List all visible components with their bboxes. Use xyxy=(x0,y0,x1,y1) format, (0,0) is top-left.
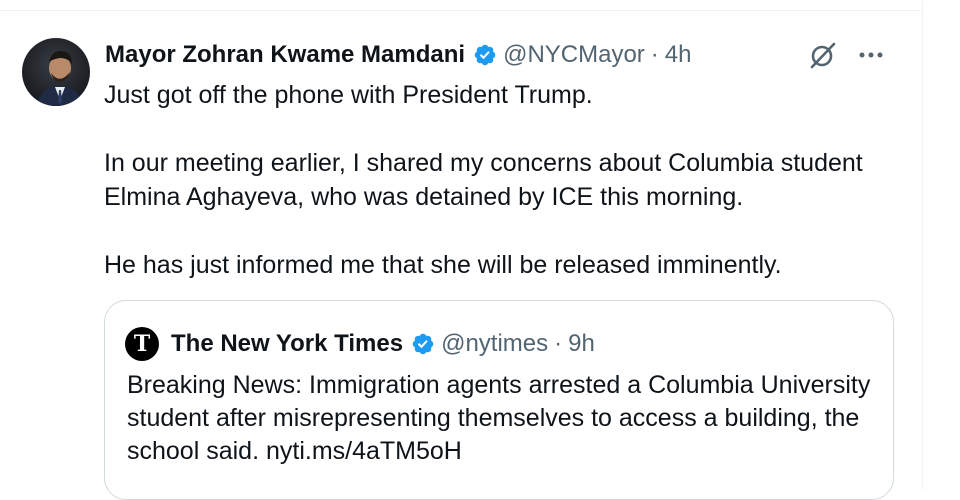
quoted-tweet-card[interactable]: T The New York Times @nytimes · 9h Break… xyxy=(104,300,894,500)
tweet-paragraph: In our meeting earlier, I shared my conc… xyxy=(104,149,863,211)
nytimes-logo-icon[interactable]: T xyxy=(125,327,159,361)
tweet[interactable]: Mayor Zohran Kwame Mamdani @NYCMayor · 4… xyxy=(0,0,922,500)
grok-icon[interactable] xyxy=(808,40,838,70)
verified-badge-icon xyxy=(473,43,497,67)
verified-badge-icon xyxy=(411,332,435,356)
tweet-paragraph: Just got off the phone with President Tr… xyxy=(104,81,593,109)
user-avatar-photo-icon xyxy=(22,38,90,106)
tweet-header: Mayor Zohran Kwame Mamdani @NYCMayor · 4… xyxy=(105,38,692,72)
quoted-timestamp[interactable]: 9h xyxy=(568,330,595,358)
separator-dot: · xyxy=(554,330,563,357)
tweet-paragraph: He has just informed me that she will be… xyxy=(104,251,782,279)
tweet-header-actions xyxy=(808,38,884,72)
author-display-name[interactable]: Mayor Zohran Kwame Mamdani xyxy=(105,41,465,69)
author-avatar[interactable] xyxy=(22,38,90,106)
author-handle[interactable]: @NYCMayor xyxy=(503,41,645,69)
quoted-handle[interactable]: @nytimes xyxy=(441,330,548,358)
timeline-right-border xyxy=(922,0,923,490)
quoted-tweet-body: Breaking News: Immigration agents arrest… xyxy=(127,371,871,465)
tweet-body: Just got off the phone with President Tr… xyxy=(104,78,904,282)
tweet-timestamp[interactable]: 4h xyxy=(665,41,692,69)
separator-dot: · xyxy=(650,41,659,68)
more-dots-icon[interactable] xyxy=(858,51,884,59)
quoted-display-name[interactable]: The New York Times xyxy=(171,330,403,358)
quoted-tweet-header: T The New York Times @nytimes · 9h xyxy=(125,327,595,361)
